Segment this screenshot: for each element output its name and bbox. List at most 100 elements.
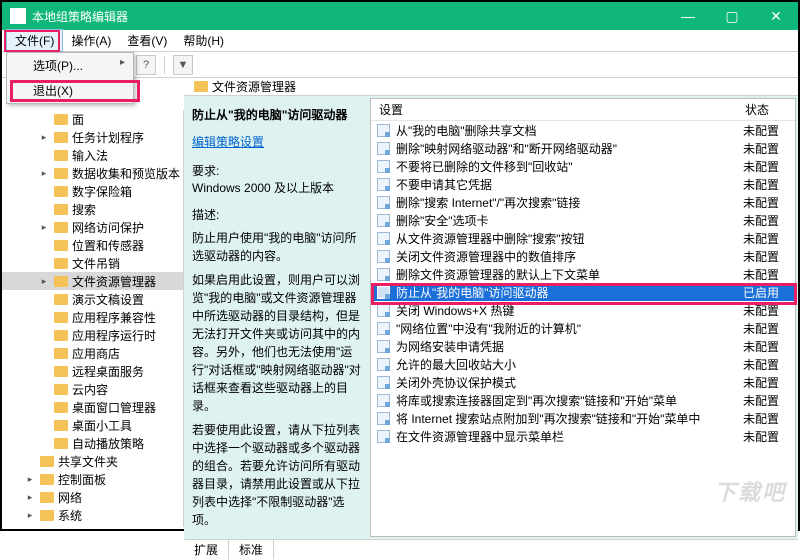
setting-state: 未配置	[743, 428, 795, 445]
tree-item[interactable]: 桌面小工具	[2, 416, 183, 434]
setting-label: 关闭外壳协议保护模式	[396, 374, 743, 391]
list-row[interactable]: 删除文件资源管理器的默认上下文菜单未配置	[371, 265, 795, 283]
list-row[interactable]: 为网络安装申请凭据未配置	[371, 337, 795, 355]
setting-state: 未配置	[743, 374, 795, 391]
content-pane: 文件资源管理器 防止从"我的电脑"访问驱动器 编辑策略设置 要求: Window…	[184, 78, 798, 527]
setting-state: 未配置	[743, 392, 795, 409]
menu-view[interactable]: 查看(V)	[119, 30, 175, 51]
tree-item[interactable]: ▸数据收集和预览版本	[2, 164, 183, 182]
tree-item[interactable]: 自动播放策略	[2, 434, 183, 452]
tree-item[interactable]: 应用程序运行时	[2, 326, 183, 344]
list-row[interactable]: 防止从"我的电脑"访问驱动器已启用	[371, 283, 795, 301]
menu-action[interactable]: 操作(A)	[63, 30, 119, 51]
list-row[interactable]: 删除"搜索 Internet"/"再次搜索"链接未配置	[371, 193, 795, 211]
menu-options[interactable]: 选项(P)...	[7, 53, 133, 78]
setting-icon	[377, 178, 390, 191]
filter-icon[interactable]: ▼	[173, 55, 193, 75]
list-row[interactable]: 删除"映射网络驱动器"和"断开网络驱动器"未配置	[371, 139, 795, 157]
col-state[interactable]: 状态	[737, 101, 795, 118]
help-icon[interactable]: ?	[136, 55, 156, 75]
edit-policy-link[interactable]: 编辑策略设置	[192, 133, 362, 150]
tree-item[interactable]: ▸系统	[2, 506, 183, 524]
setting-icon	[377, 142, 390, 155]
list-row[interactable]: 将库或搜索连接器固定到"再次搜索"链接和"开始"菜单未配置	[371, 391, 795, 409]
list-row[interactable]: 从文件资源管理器中删除"搜索"按钮未配置	[371, 229, 795, 247]
setting-label: 关闭文件资源管理器中的数值排序	[396, 248, 743, 265]
tree-item[interactable]: ▸网络	[2, 488, 183, 506]
tree-item-label: 搜索	[72, 201, 96, 218]
tree-pane: 面 ▸ 任务计划程序输入法▸数据收集和预览版本数字保险箱搜索▸网络访问保护位置和传感…	[2, 110, 184, 527]
tree-item[interactable]: 云内容	[2, 380, 183, 398]
setting-icon	[377, 232, 390, 245]
list-row[interactable]: 关闭 Windows+X 热键未配置	[371, 301, 795, 319]
folder-icon	[54, 204, 68, 215]
setting-label: 将 Internet 搜索站点附加到"再次搜索"链接和"开始"菜单中	[396, 410, 743, 427]
menu-help[interactable]: 帮助(H)	[175, 30, 232, 51]
tree-scroll[interactable]: 面 ▸ 任务计划程序输入法▸数据收集和预览版本数字保险箱搜索▸网络访问保护位置和传感…	[2, 110, 183, 527]
tree-item-label: 任务计划程序	[72, 129, 144, 146]
setting-label: 从文件资源管理器中删除"搜索"按钮	[396, 230, 743, 247]
list-row[interactable]: 从"我的电脑"删除共享文档未配置	[371, 121, 795, 139]
description-p2: 如果启用此设置，则用户可以浏览"我的电脑"或文件资源管理器中所选驱动器的目录结构…	[192, 271, 362, 415]
expand-icon[interactable]: ▸	[24, 474, 36, 485]
requirements-value: Windows 2000 及以上版本	[192, 179, 362, 196]
minimize-button[interactable]: —	[666, 2, 710, 30]
tree-item[interactable]: 应用商店	[2, 344, 183, 362]
setting-icon	[377, 412, 390, 425]
tree-item[interactable]: 文件吊销	[2, 254, 183, 272]
list-row[interactable]: 关闭文件资源管理器中的数值排序未配置	[371, 247, 795, 265]
tree-item-label: 应用商店	[72, 345, 120, 362]
folder-icon	[54, 222, 68, 233]
tree-item[interactable]: 输入法	[2, 146, 183, 164]
list-row[interactable]: 在文件资源管理器中显示菜单栏未配置	[371, 427, 795, 445]
list-row[interactable]: 关闭外壳协议保护模式未配置	[371, 373, 795, 391]
tree-item[interactable]: 共享文件夹	[2, 452, 183, 470]
expand-icon[interactable]: ▸	[24, 492, 36, 503]
tree-item[interactable]: 远程桌面服务	[2, 362, 183, 380]
list-body[interactable]: 从"我的电脑"删除共享文档未配置删除"映射网络驱动器"和"断开网络驱动器"未配置…	[371, 121, 795, 536]
tree-item-label: 云内容	[72, 381, 108, 398]
tree-item[interactable]: 面	[2, 110, 183, 128]
expand-icon[interactable]: ▸	[38, 276, 50, 287]
list-row[interactable]: 允许的最大回收站大小未配置	[371, 355, 795, 373]
tree-item[interactable]: ▸网络访问保护	[2, 218, 183, 236]
list-row[interactable]: 不要申请其它凭据未配置	[371, 175, 795, 193]
folder-icon	[54, 150, 68, 161]
description-p3: 若要使用此设置，请从下拉列表中选择一个驱动器或多个驱动器的组合。若要允许访问所有…	[192, 421, 362, 529]
tree-item[interactable]: ▸文件资源管理器	[2, 272, 183, 290]
folder-icon	[54, 348, 68, 359]
list-row[interactable]: 将 Internet 搜索站点附加到"再次搜索"链接和"开始"菜单中未配置	[371, 409, 795, 427]
setting-label: 不要将已删除的文件移到"回收站"	[396, 158, 743, 175]
menu-exit[interactable]: 退出(X)	[7, 78, 133, 103]
col-setting[interactable]: 设置	[371, 101, 737, 118]
list-row[interactable]: 删除"安全"选项卡未配置	[371, 211, 795, 229]
tree-item-label: 桌面窗口管理器	[72, 399, 156, 416]
expand-icon[interactable]: ▸	[38, 168, 50, 179]
setting-state: 未配置	[743, 176, 795, 193]
tab-standard[interactable]: 标准	[229, 540, 274, 559]
menu-file[interactable]: 文件(F)	[6, 29, 63, 52]
tree-item[interactable]: 应用程序兼容性	[2, 308, 183, 326]
expand-icon[interactable]: ▸	[24, 510, 36, 521]
setting-icon	[377, 124, 390, 137]
setting-label: 从"我的电脑"删除共享文档	[396, 122, 743, 139]
folder-icon	[54, 312, 68, 323]
list-row[interactable]: 不要将已删除的文件移到"回收站"未配置	[371, 157, 795, 175]
tree-item[interactable]: 数字保险箱	[2, 182, 183, 200]
expand-icon[interactable]: ▸	[38, 222, 50, 233]
setting-state: 未配置	[743, 302, 795, 319]
setting-label: 在文件资源管理器中显示菜单栏	[396, 428, 743, 445]
tab-extended[interactable]: 扩展	[184, 540, 229, 560]
setting-state: 未配置	[743, 122, 795, 139]
tree-item[interactable]: 搜索	[2, 200, 183, 218]
tree-item[interactable]: 桌面窗口管理器	[2, 398, 183, 416]
close-button[interactable]: ✕	[754, 2, 798, 30]
tree-item[interactable]: ▸ 任务计划程序	[2, 128, 183, 146]
expand-icon[interactable]: ▸	[38, 132, 50, 143]
tree-item[interactable]: 演示文稿设置	[2, 290, 183, 308]
maximize-button[interactable]: ▢	[710, 2, 754, 30]
tree-item[interactable]: ▸控制面板	[2, 470, 183, 488]
tree-item[interactable]: 位置和传感器	[2, 236, 183, 254]
setting-label: 删除"搜索 Internet"/"再次搜索"链接	[396, 194, 743, 211]
list-row[interactable]: "网络位置"中没有"我附近的计算机"未配置	[371, 319, 795, 337]
